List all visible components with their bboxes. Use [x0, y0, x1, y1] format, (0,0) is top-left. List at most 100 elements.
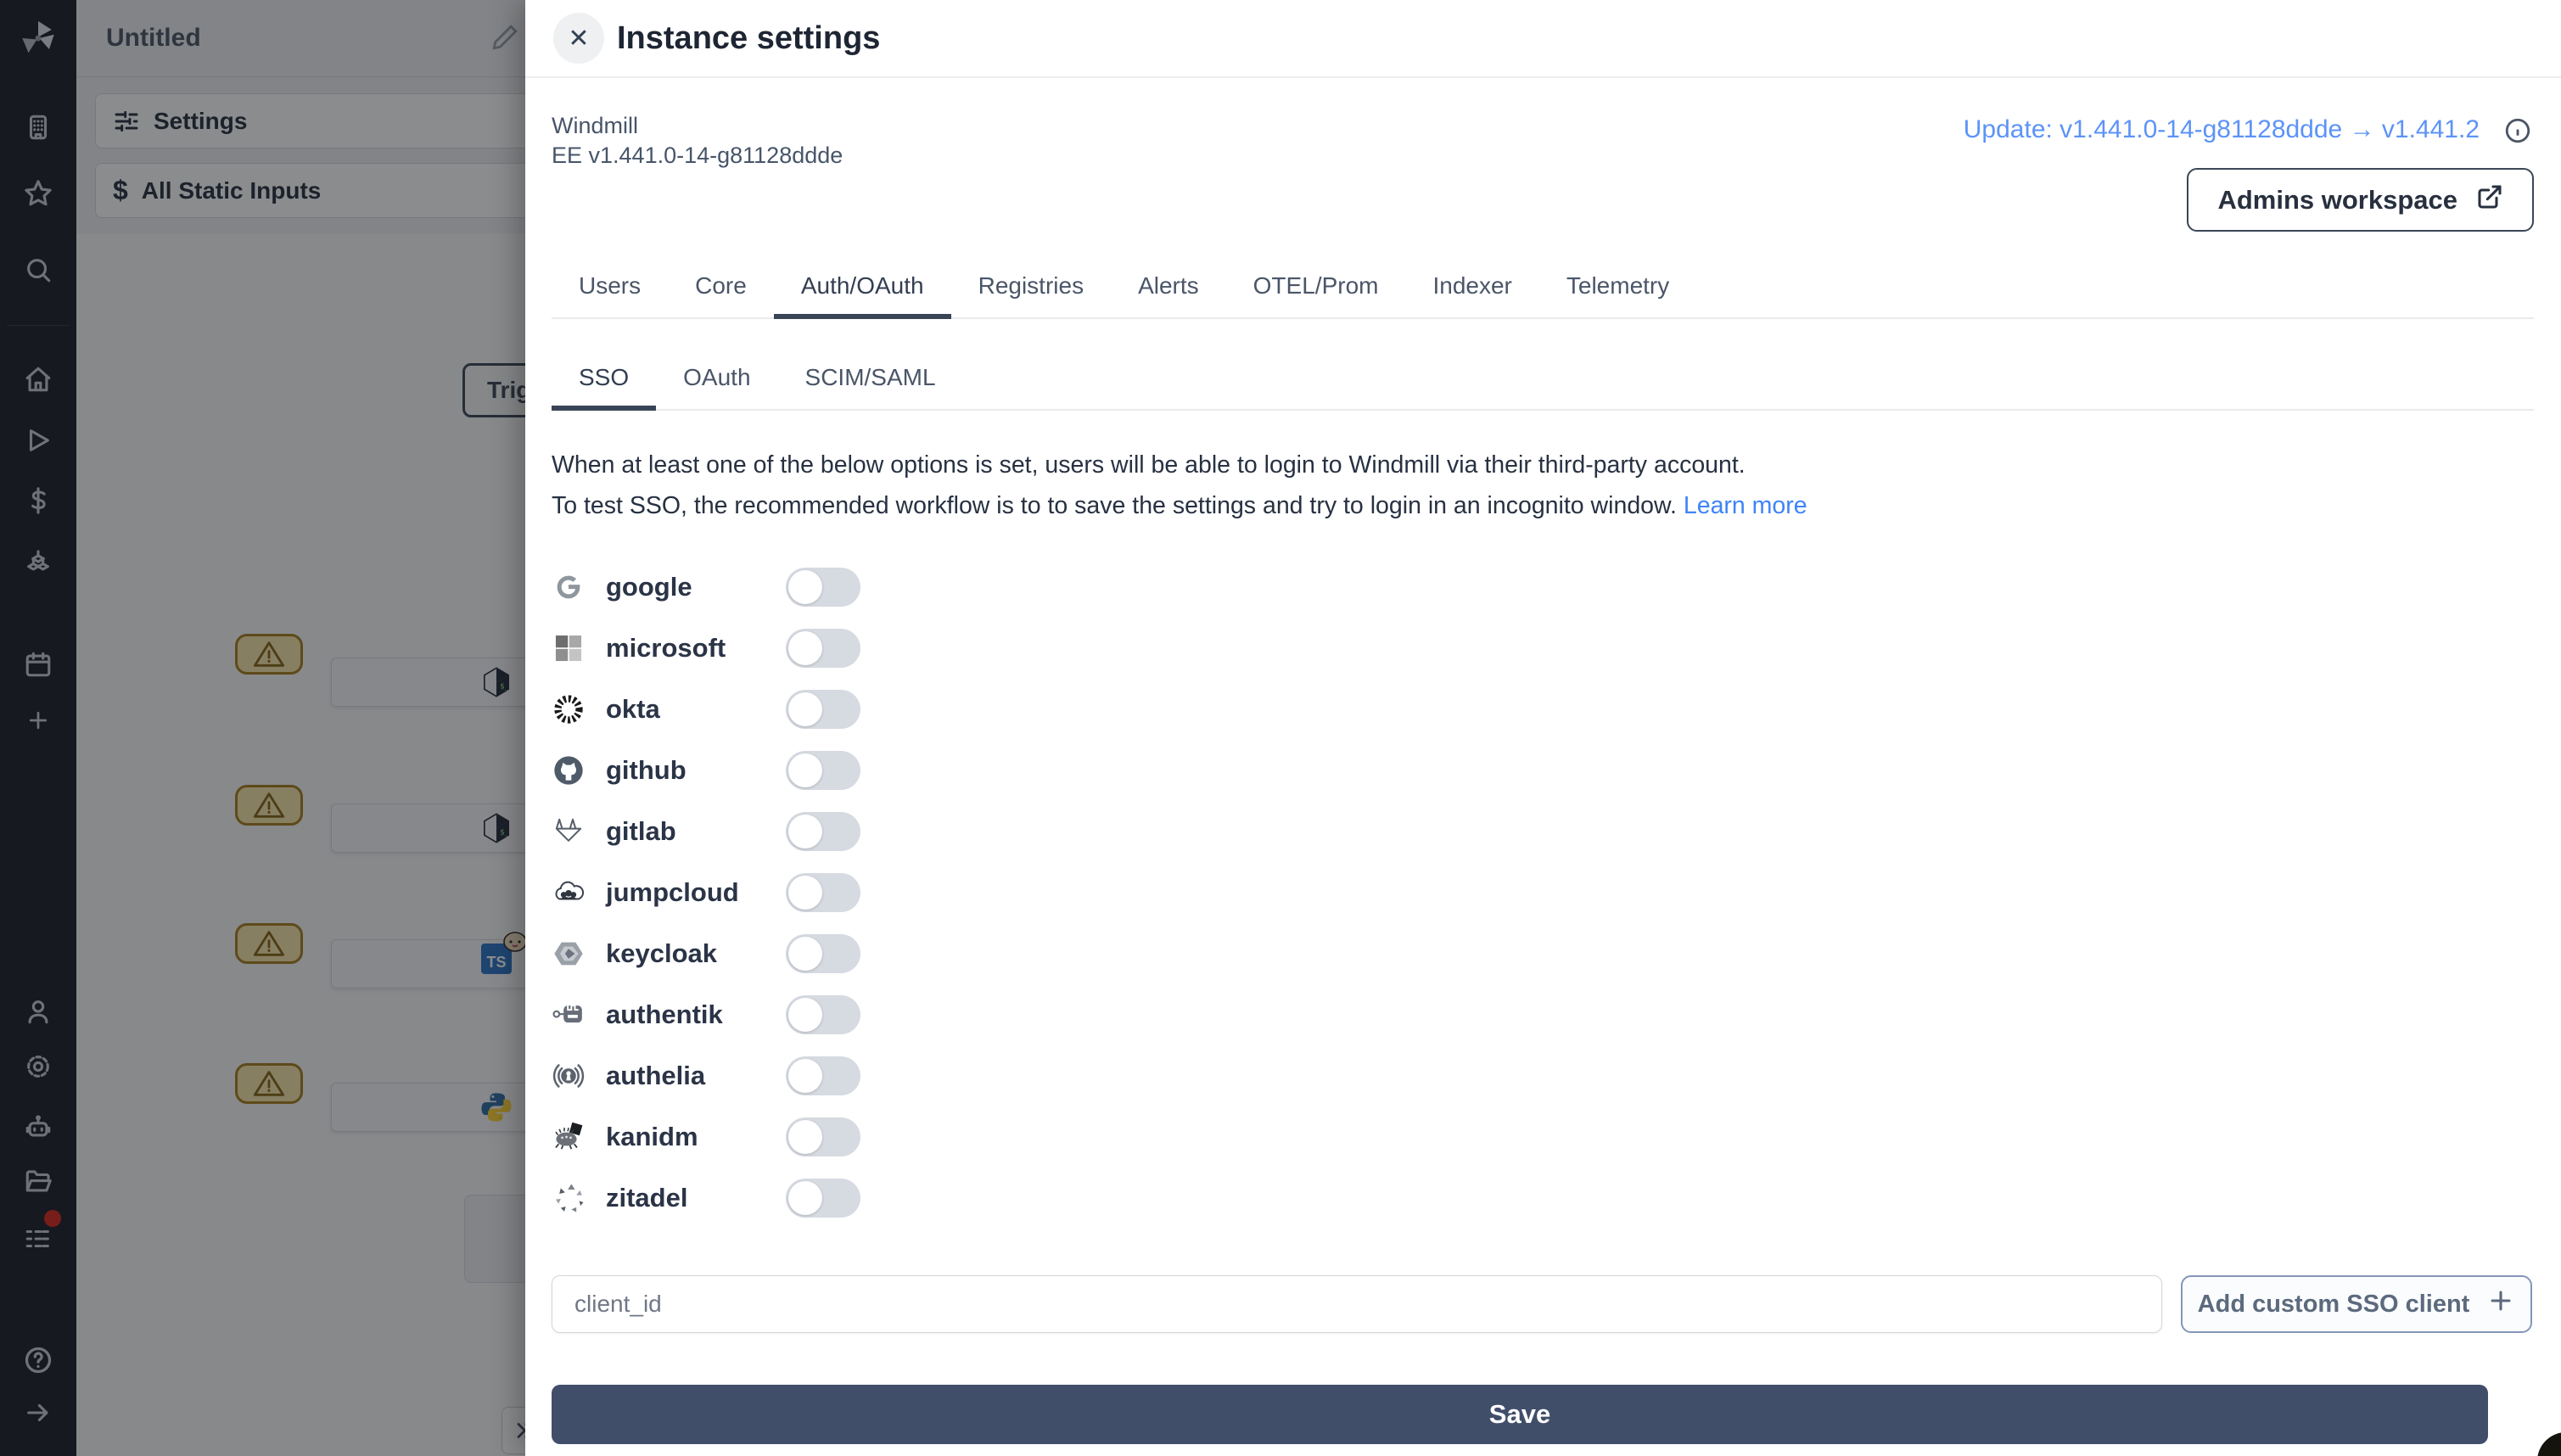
add-custom-sso-client-label: Add custom SSO client: [2197, 1290, 2470, 1318]
tab-label: SSO: [579, 364, 630, 390]
add-custom-sso-client-button[interactable]: Add custom SSO client: [2181, 1275, 2532, 1333]
provider-row-zitadel: zitadel: [552, 1168, 1400, 1229]
provider-toggle-microsoft[interactable]: [786, 629, 860, 668]
provider-row-authelia: authelia: [552, 1045, 1400, 1106]
app-root: Untitled Settings $ All Static Inputs Tr…: [0, 0, 2561, 1456]
info-icon[interactable]: [2503, 116, 2532, 149]
toggle-knob: [788, 998, 822, 1032]
provider-label: google: [606, 572, 692, 602]
sso-description-line2: To test SSO, the recommended workflow is…: [552, 492, 1807, 519]
provider-toggle-google[interactable]: [786, 568, 860, 607]
tab-core[interactable]: Core: [668, 255, 774, 317]
provider-label: authentik: [606, 1000, 723, 1029]
provider-toggle-kanidm[interactable]: [786, 1117, 860, 1156]
provider-row-github: github: [552, 740, 1400, 801]
provider-toggle-gitlab[interactable]: [786, 812, 860, 851]
version-text: EE v1.441.0-14-g81128ddde: [552, 143, 843, 168]
provider-label: github: [606, 755, 686, 785]
close-icon[interactable]: ✕: [553, 13, 604, 64]
provider-label: keycloak: [606, 938, 717, 968]
client-id-input[interactable]: [552, 1275, 2162, 1333]
provider-row-microsoft: microsoft: [552, 618, 1400, 679]
provider-toggle-zitadel[interactable]: [786, 1179, 860, 1218]
google-icon: [552, 570, 586, 604]
provider-toggle-jumpcloud[interactable]: [786, 873, 860, 912]
keycloak-icon: [552, 937, 586, 971]
tab-users[interactable]: Users: [552, 255, 668, 317]
tab-label: Indexer: [1432, 272, 1512, 299]
gitlab-icon: [552, 815, 586, 848]
version-block: Windmill EE v1.441.0-14-g81128ddde: [552, 111, 843, 171]
provider-toggle-github[interactable]: [786, 751, 860, 790]
sso-description-line1: When at least one of the below options i…: [552, 451, 1746, 479]
modal-header: ✕ Instance settings: [525, 0, 2561, 78]
github-icon: [552, 753, 586, 787]
tab-label: Registries: [978, 272, 1084, 299]
authelia-icon: [552, 1059, 586, 1093]
zitadel-icon: [552, 1181, 586, 1215]
tab-label: Telemetry: [1566, 272, 1670, 299]
toggle-knob: [788, 753, 822, 787]
provider-row-okta: okta: [552, 679, 1400, 740]
settings-tabs: Users Core Auth/OAuth Registries Alerts OTEL/…: [552, 255, 2534, 319]
toggle-knob: [788, 1120, 822, 1154]
tab-registries[interactable]: Registries: [951, 255, 1111, 317]
toggle-knob: [788, 631, 822, 665]
sso-description: When at least one of the below options i…: [552, 445, 1807, 526]
provider-row-jumpcloud: jumpcloud: [552, 862, 1400, 923]
okta-icon: [552, 692, 586, 726]
provider-label: authelia: [606, 1061, 706, 1090]
provider-row-google: google: [552, 557, 1400, 618]
learn-more-link[interactable]: Learn more: [1684, 492, 1807, 519]
tab-indexer[interactable]: Indexer: [1405, 255, 1538, 317]
provider-toggle-authelia[interactable]: [786, 1056, 860, 1095]
instance-settings-modal: ✕ Instance settings Windmill EE v1.441.0…: [525, 0, 2561, 1456]
subtab-oauth[interactable]: OAuth: [656, 346, 777, 409]
tab-otel-prom[interactable]: OTEL/Prom: [1226, 255, 1406, 317]
tab-label: Alerts: [1138, 272, 1199, 299]
toggle-knob: [788, 1059, 822, 1093]
admins-workspace-button[interactable]: Admins workspace: [2187, 168, 2534, 232]
provider-row-kanidm: kanidm: [552, 1106, 1400, 1168]
admins-workspace-label: Admins workspace: [2217, 184, 2457, 215]
corner-floating-element: [2537, 1432, 2561, 1456]
tab-label: OTEL/Prom: [1252, 272, 1379, 299]
provider-row-authentik: authentik: [552, 984, 1400, 1045]
subtab-sso[interactable]: SSO: [552, 346, 657, 411]
authentik-icon: [552, 998, 586, 1032]
tab-alerts[interactable]: Alerts: [1111, 255, 1226, 317]
provider-label: zitadel: [606, 1183, 688, 1212]
provider-toggle-keycloak[interactable]: [786, 934, 860, 973]
external-link-icon: [2476, 183, 2503, 217]
sso-provider-list: google microsoft okta github gitlab jumpcloud…: [552, 557, 1400, 1229]
update-link[interactable]: Update: v1.441.0-14-g81128ddde → v1.441.…: [1964, 115, 2480, 144]
modal-backdrop[interactable]: [0, 0, 525, 1456]
save-button[interactable]: Save: [552, 1385, 2488, 1444]
provider-label: okta: [606, 694, 660, 724]
app-name: Windmill: [552, 113, 639, 138]
tab-label: OAuth: [683, 364, 751, 390]
tab-auth-oauth[interactable]: Auth/OAuth: [773, 255, 951, 319]
page-title: Instance settings: [617, 20, 881, 56]
toggle-knob: [788, 937, 822, 971]
provider-label: kanidm: [606, 1122, 698, 1151]
auth-subtabs: SSO OAuth SCIM/SAML: [552, 346, 2534, 411]
tab-label: SCIM/SAML: [804, 364, 936, 390]
provider-toggle-okta[interactable]: [786, 690, 860, 729]
tab-telemetry[interactable]: Telemetry: [1539, 255, 1696, 317]
provider-row-keycloak: keycloak: [552, 923, 1400, 984]
toggle-knob: [788, 570, 822, 604]
toggle-knob: [788, 815, 822, 848]
jumpcloud-icon: [552, 876, 586, 910]
tab-label: Users: [579, 272, 642, 299]
provider-toggle-authentik[interactable]: [786, 995, 860, 1034]
tab-label: Auth/OAuth: [800, 272, 924, 299]
provider-row-gitlab: gitlab: [552, 801, 1400, 862]
toggle-knob: [788, 1181, 822, 1215]
provider-label: jumpcloud: [606, 877, 739, 907]
provider-label: gitlab: [606, 816, 676, 846]
microsoft-icon: [552, 631, 586, 665]
subtab-scim-saml[interactable]: SCIM/SAML: [778, 346, 963, 409]
provider-label: microsoft: [606, 633, 726, 663]
toggle-knob: [788, 692, 822, 726]
